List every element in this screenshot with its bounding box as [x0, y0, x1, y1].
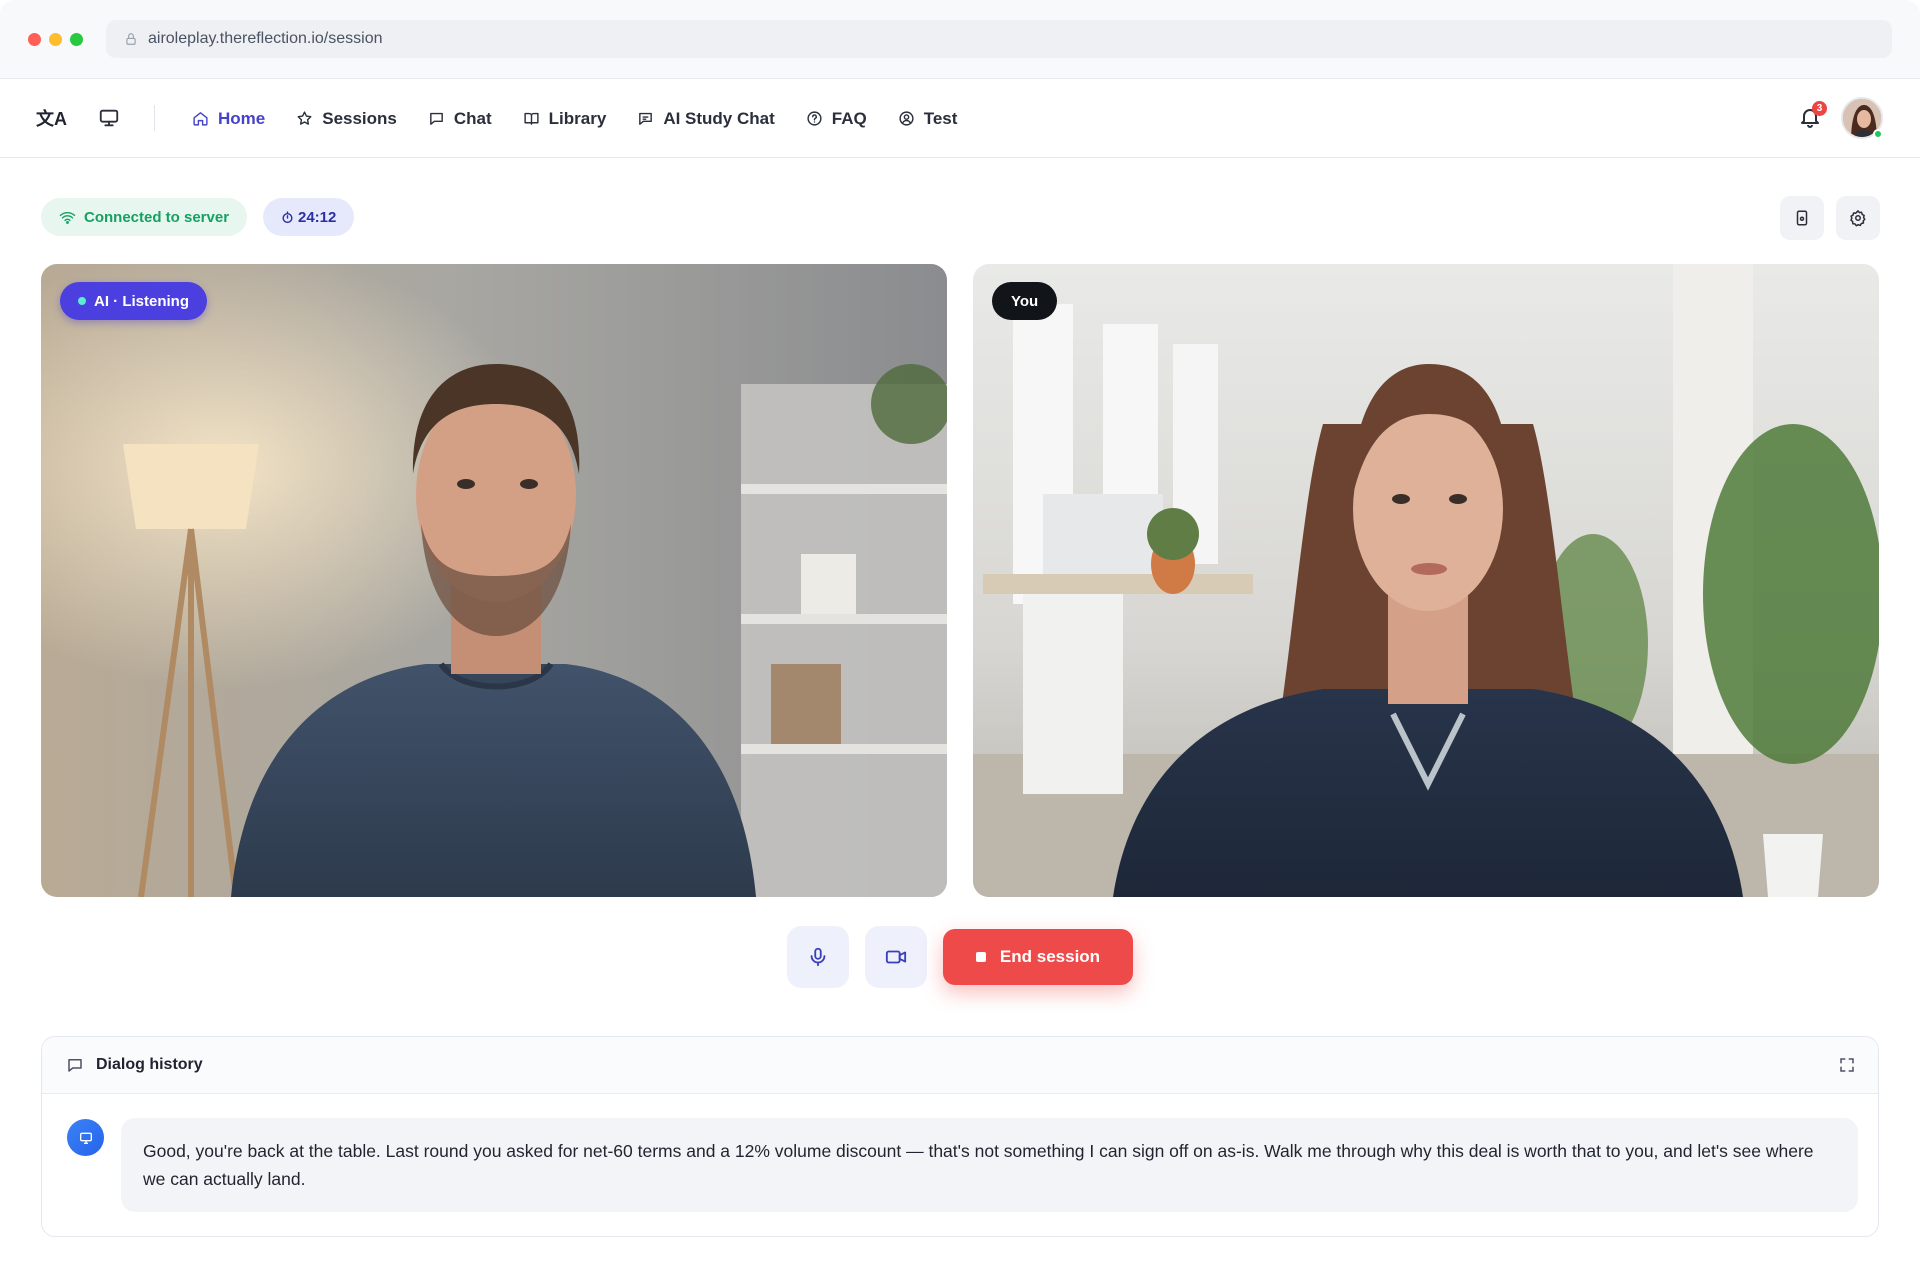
nav-item-chat[interactable]: Chat: [428, 109, 492, 129]
nav-item-library[interactable]: Library: [523, 108, 607, 129]
bot-icon: [79, 1132, 92, 1144]
user-label: You: [1011, 292, 1039, 310]
ai-status-label: AI · Listening: [94, 292, 189, 310]
online-status-dot: [1873, 129, 1883, 139]
nav-item-home[interactable]: Home: [192, 109, 265, 129]
book-icon: [524, 112, 539, 125]
video-camera-icon: [885, 950, 907, 964]
settings-button[interactable]: [1836, 196, 1880, 240]
dialog-history-panel: Dialog history Good, you're back at the …: [41, 1036, 1879, 1237]
lock-icon: [126, 33, 136, 45]
nav-item-label: Library: [548, 108, 607, 128]
monitor-icon[interactable]: [98, 107, 120, 129]
nav-item-label: AI Study Chat: [663, 108, 775, 128]
session-timer-text: 24:12: [298, 208, 337, 226]
connection-status-badge: Connected to server: [41, 198, 248, 236]
close-window-dot[interactable]: [28, 33, 41, 46]
ai-video-tile: AI · Listening: [41, 264, 947, 897]
help-circle-icon: [807, 111, 822, 126]
nav-item-test[interactable]: Test: [898, 108, 958, 129]
chat-bubble-icon: [430, 112, 443, 125]
nav-items: Home Sessions Chat Library AI Study Chat…: [192, 79, 988, 158]
home-icon: [193, 112, 208, 126]
nav-item-faq[interactable]: FAQ: [806, 109, 867, 129]
gear-icon: [1850, 210, 1866, 227]
microphone-toggle-button[interactable]: [787, 926, 849, 988]
end-session-label: End session: [999, 947, 1101, 966]
user-label-badge: You: [992, 282, 1058, 320]
chat-bubble-icon: [68, 1059, 82, 1072]
listening-indicator-dot: [78, 297, 86, 305]
top-navigation: 文A Home Sessions Chat Library AI Study C…: [0, 79, 1920, 158]
end-session-button[interactable]: End session: [943, 929, 1133, 985]
expand-icon[interactable]: [1838, 1056, 1856, 1074]
user-video-tile: You: [973, 264, 1879, 897]
ai-status-badge: AI · Listening: [60, 282, 207, 320]
minimize-window-dot[interactable]: [49, 33, 62, 46]
timer-icon: [282, 210, 293, 223]
user-video-feed: [973, 264, 1879, 897]
nav-item-sessions[interactable]: Sessions: [296, 109, 397, 129]
message-square-icon: [639, 112, 653, 125]
ai-video-feed: [41, 264, 947, 897]
user-circle-icon: [899, 111, 914, 126]
star-icon: [297, 111, 312, 125]
nav-item-ai-study-chat[interactable]: AI Study Chat: [637, 108, 775, 129]
nav-item-label: Home: [218, 108, 266, 128]
camera-toggle-button[interactable]: [865, 926, 927, 988]
nav-item-label: FAQ: [831, 108, 867, 128]
maximize-window-dot[interactable]: [70, 33, 83, 46]
stop-icon: [975, 952, 986, 962]
url-text: airoleplay.thereflection.io/session: [148, 30, 383, 47]
wifi-icon: [59, 211, 76, 224]
nav-divider: [154, 105, 155, 131]
nav-item-label: Sessions: [322, 108, 397, 128]
nav-item-label: Test: [923, 108, 958, 128]
connection-status-text: Connected to server: [84, 208, 230, 226]
dialog-history-title: Dialog history: [96, 1056, 203, 1073]
browser-window: airoleplay.thereflection.io/session 文A H…: [0, 0, 1920, 1278]
device-button[interactable]: [1780, 196, 1824, 240]
browser-chrome: airoleplay.thereflection.io/session: [0, 0, 1920, 79]
session-timer-badge: 24:12: [263, 198, 355, 236]
ai-message-avatar: [67, 1119, 104, 1156]
language-switch-button[interactable]: 文A: [36, 105, 67, 131]
notification-badge: 3: [1812, 101, 1827, 116]
nav-item-label: Chat: [453, 108, 492, 128]
dialog-history-header: Dialog history: [42, 1037, 1878, 1094]
address-bar[interactable]: airoleplay.thereflection.io/session: [106, 20, 1892, 58]
microphone-icon: [810, 947, 826, 967]
ai-message-bubble: Good, you're back at the table. Last rou…: [121, 1118, 1858, 1212]
device-icon: [1796, 210, 1808, 226]
